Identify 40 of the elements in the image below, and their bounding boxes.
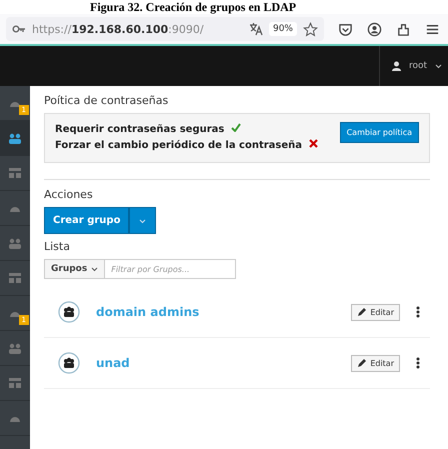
pocket-icon[interactable] — [338, 22, 353, 36]
grid-icon — [8, 271, 22, 285]
figure-caption: Figura 32. Creación de grupos en LDAP — [89, 0, 298, 14]
grid-icon — [8, 376, 22, 390]
user-icon — [392, 61, 401, 71]
account-icon[interactable] — [367, 22, 382, 36]
caret-icon — [435, 64, 442, 68]
pencil-icon — [357, 308, 366, 316]
section-title: Lista — [44, 240, 71, 253]
users-icon — [8, 131, 22, 145]
kebab-menu-icon[interactable] — [416, 306, 420, 318]
users-icon — [8, 341, 22, 355]
grid-icon — [8, 166, 22, 180]
user-menu[interactable]: root — [378, 46, 442, 86]
address-bar[interactable]: https://192.168.60.100:9090/ 90% — [6, 17, 324, 41]
translate-icon[interactable] — [248, 22, 263, 36]
group-icon — [58, 352, 80, 374]
edit-button[interactable]: Editar — [351, 354, 400, 372]
policy-rule: Forzar el cambio periódico de la contraseña — [55, 139, 302, 153]
key-icon — [12, 24, 26, 34]
url-text: https://192.168.60.100:9090/ — [32, 22, 205, 36]
section-title: Poítica de contraseñas — [44, 94, 170, 107]
zoom-level[interactable]: 90% — [268, 22, 297, 36]
star-icon[interactable] — [303, 22, 318, 36]
policy-rule: Requerir contraseñas seguras — [55, 123, 224, 137]
dropdown-button[interactable] — [129, 207, 156, 234]
users-icon — [8, 236, 22, 250]
pencil-icon — [357, 358, 366, 368]
kebab-menu-icon[interactable] — [416, 357, 420, 369]
caret-icon — [91, 266, 98, 272]
edit-button[interactable]: Editar — [351, 304, 400, 320]
create-group-button[interactable]: Crear grupo — [44, 207, 130, 234]
caret-icon — [139, 219, 146, 224]
filter-input[interactable]: Filtrar por Grupos... — [105, 259, 236, 279]
section-title: Acciones — [44, 188, 94, 201]
change-policy-button[interactable]: Cambiar política — [340, 122, 419, 143]
extension-icon[interactable] — [396, 22, 411, 36]
group-icon — [58, 301, 80, 323]
sidebar-item[interactable] — [0, 121, 30, 156]
filter-type-dropdown[interactable]: Grupos — [44, 259, 106, 279]
